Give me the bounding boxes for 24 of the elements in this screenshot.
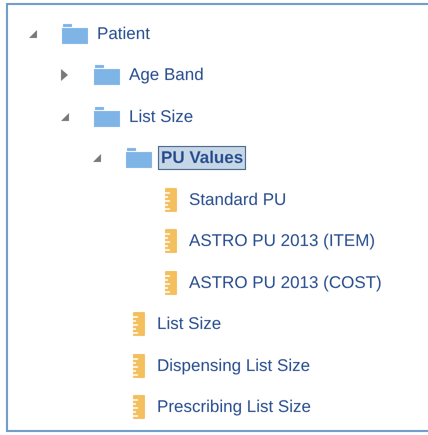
- folder-icon: [94, 65, 120, 86]
- tree-item[interactable]: Patient: [94, 22, 153, 46]
- collapse-triangle-icon[interactable]: [28, 28, 38, 39]
- collapse-triangle-icon[interactable]: [92, 153, 102, 164]
- ruler-icon: [133, 395, 145, 420]
- folder-icon: [126, 148, 152, 168]
- ruler-icon: [165, 229, 177, 254]
- expand-triangle-icon[interactable]: [60, 68, 69, 82]
- ruler-icon: [133, 312, 145, 336]
- tree-item[interactable]: Age Band: [126, 63, 207, 88]
- tree-item[interactable]: PU Values: [158, 146, 246, 170]
- ruler-icon: [165, 270, 177, 295]
- tree-item[interactable]: List Size: [154, 312, 224, 336]
- collapse-triangle-icon[interactable]: [60, 112, 70, 122]
- folder-icon: [94, 106, 120, 127]
- tree-item[interactable]: List Size: [126, 104, 196, 129]
- tree-item[interactable]: ASTRO PU 2013 (COST): [186, 270, 385, 295]
- folder-icon: [62, 24, 88, 44]
- tree-item[interactable]: Dispensing List Size: [154, 354, 314, 378]
- ruler-icon: [133, 354, 145, 378]
- ruler-icon: [165, 188, 177, 212]
- tree-item[interactable]: ASTRO PU 2013 (ITEM): [186, 229, 378, 254]
- tree-item[interactable]: Prescribing List Size: [154, 395, 314, 420]
- tree-item[interactable]: Standard PU: [186, 188, 290, 212]
